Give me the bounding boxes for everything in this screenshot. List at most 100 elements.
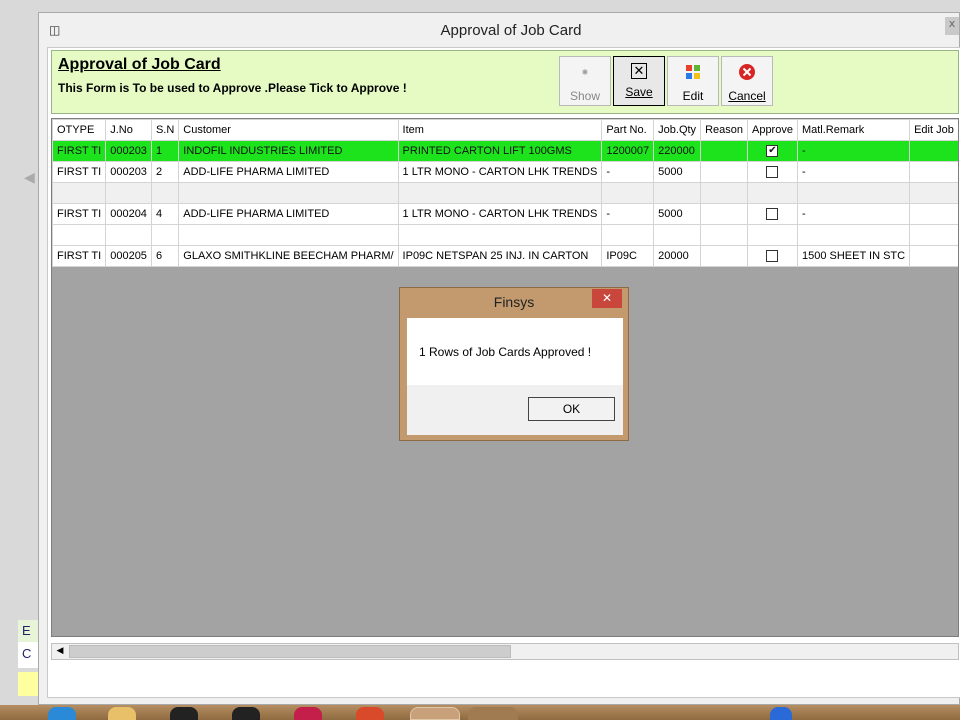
cell-edit-job[interactable] <box>909 203 958 225</box>
cell-reason[interactable] <box>700 245 748 267</box>
app-icon[interactable] <box>170 707 198 720</box>
column-header-approve[interactable]: Approve <box>746 119 798 141</box>
cell-matl-remark[interactable]: - <box>796 140 911 162</box>
cell-approve <box>746 245 798 267</box>
cell-job-qty[interactable]: 5000 <box>653 203 702 225</box>
table-row[interactable]: FIRST TI 000203 2 ADD-LIFE PHARMA LIMITE… <box>52 161 958 183</box>
title-bar[interactable]: ◫ Approval of Job Card x <box>39 13 959 47</box>
column-header-edit-job[interactable]: Edit Job <box>909 119 958 141</box>
cell-blank <box>653 182 702 204</box>
scrollbar-thumb[interactable] <box>69 645 511 658</box>
approve-checkbox[interactable] <box>766 166 779 179</box>
file-explorer-icon[interactable] <box>108 707 136 720</box>
table-row[interactable]: FIRST TI 000203 1 INDOFIL INDUSTRIES LIM… <box>52 140 958 162</box>
powerpoint-icon[interactable] <box>410 707 460 720</box>
cell-blank <box>105 182 152 204</box>
cell-customer[interactable]: INDOFIL INDUSTRIES LIMITED <box>178 140 399 162</box>
cell-sn[interactable]: 4 <box>150 203 180 225</box>
approve-checkbox[interactable] <box>766 208 779 221</box>
cell-jno[interactable]: 000203 <box>105 140 152 162</box>
cell-blank <box>601 224 655 246</box>
cell-part-no[interactable]: IP09C <box>601 245 655 267</box>
table-row[interactable]: FIRST TI 000205 6 GLAXO SMITHKLINE BEECH… <box>52 245 958 267</box>
cell-blank <box>52 182 107 204</box>
cell-jno[interactable]: 000205 <box>105 245 152 267</box>
scroll-left-icon[interactable]: ◀ <box>52 644 68 659</box>
cell-matl-remark[interactable]: 1500 SHEET IN STC <box>796 245 911 267</box>
cell-customer[interactable]: ADD-LIFE PHARMA LIMITED <box>178 203 399 225</box>
table-row[interactable]: FIRST TI 000204 4 ADD-LIFE PHARMA LIMITE… <box>52 203 958 225</box>
ok-button[interactable]: OK <box>528 397 615 421</box>
cell-approve <box>746 203 798 225</box>
cell-reason[interactable] <box>700 140 748 162</box>
cell-matl-remark[interactable]: - <box>796 203 911 225</box>
cell-sn[interactable]: 2 <box>150 161 180 183</box>
cancel-button[interactable]: Cancel <box>721 56 773 106</box>
cell-blank <box>105 224 152 246</box>
save-button[interactable]: ✕ Save <box>613 56 665 106</box>
cell-blank <box>397 224 603 246</box>
cell-sn[interactable]: 6 <box>150 245 180 267</box>
cell-customer[interactable]: ADD-LIFE PHARMA LIMITED <box>178 161 399 183</box>
column-header-item[interactable]: Item <box>397 119 603 141</box>
message-dialog: Finsys ✕ 1 Rows of Job Cards Approved ! … <box>399 287 629 441</box>
edit-button[interactable]: Edit <box>667 56 719 106</box>
cell-part-no[interactable]: - <box>601 203 655 225</box>
cell-blank <box>700 182 748 204</box>
cell-reason[interactable] <box>700 161 748 183</box>
cell-otype[interactable]: FIRST TI <box>52 140 107 162</box>
horizontal-scrollbar[interactable]: ◀ <box>51 643 959 660</box>
cell-blank <box>909 224 958 246</box>
cell-part-no[interactable]: - <box>601 161 655 183</box>
column-header-reason[interactable]: Reason <box>700 119 748 141</box>
cell-otype[interactable]: FIRST TI <box>52 203 107 225</box>
cell-otype[interactable]: FIRST TI <box>52 245 107 267</box>
show-button[interactable]: ⁕ Show <box>559 56 611 106</box>
cell-part-no[interactable]: 1200007 <box>601 140 655 162</box>
cell-blank <box>746 182 798 204</box>
media-icon[interactable] <box>294 707 322 720</box>
cell-blank <box>700 224 748 246</box>
cell-item[interactable]: IP09C NETSPAN 25 INJ. IN CARTON <box>397 245 603 267</box>
dialog-close-button[interactable]: ✕ <box>592 289 622 308</box>
cell-matl-remark[interactable]: - <box>796 161 911 183</box>
column-header-jno[interactable]: J.No <box>105 119 152 141</box>
cell-sn[interactable]: 1 <box>150 140 180 162</box>
cell-job-qty[interactable]: 5000 <box>653 161 702 183</box>
column-header-sn[interactable]: S.N <box>150 119 180 141</box>
cell-item[interactable]: PRINTED CARTON LIFT 100GMS <box>397 140 603 162</box>
cell-edit-job[interactable] <box>909 140 958 162</box>
cell-customer[interactable]: GLAXO SMITHKLINE BEECHAM PHARM/ <box>178 245 399 267</box>
cell-jno[interactable]: 000204 <box>105 203 152 225</box>
finsys-app-icon[interactable] <box>468 707 518 720</box>
column-header-customer[interactable]: Customer <box>178 119 399 141</box>
cell-job-qty[interactable]: 220000 <box>653 140 702 162</box>
cell-item[interactable]: 1 LTR MONO - CARTON LHK TRENDS <box>397 203 603 225</box>
cancel-icon <box>737 63 757 83</box>
column-header-otype[interactable]: OTYPE <box>52 119 107 141</box>
cell-otype[interactable]: FIRST TI <box>52 161 107 183</box>
window-close-button[interactable]: x <box>945 17 959 35</box>
cell-job-qty[interactable]: 20000 <box>653 245 702 267</box>
approve-checkbox[interactable] <box>766 250 779 263</box>
tray-icon[interactable] <box>770 707 792 720</box>
background-yellow-field <box>18 672 40 696</box>
hp-icon[interactable] <box>232 707 260 720</box>
cell-blank <box>150 224 180 246</box>
cell-jno[interactable]: 000203 <box>105 161 152 183</box>
background-label-b: C <box>18 642 40 668</box>
cell-approve <box>746 161 798 183</box>
approve-checkbox[interactable]: ✔ <box>766 145 779 158</box>
cell-edit-job[interactable] <box>909 161 958 183</box>
cell-approve: ✔ <box>746 140 798 162</box>
column-header-job-qty[interactable]: Job.Qty <box>653 119 702 141</box>
column-header-part-no[interactable]: Part No. <box>601 119 655 141</box>
cell-blank <box>746 224 798 246</box>
cell-item[interactable]: 1 LTR MONO - CARTON LHK TRENDS <box>397 161 603 183</box>
chrome-icon[interactable] <box>356 707 384 720</box>
form-title: Approval of Job Card <box>58 56 221 73</box>
cell-reason[interactable] <box>700 203 748 225</box>
column-header-matl-remark[interactable]: Matl.Remark <box>796 119 911 141</box>
cell-edit-job[interactable] <box>909 245 958 267</box>
internet-explorer-icon[interactable] <box>48 707 76 720</box>
